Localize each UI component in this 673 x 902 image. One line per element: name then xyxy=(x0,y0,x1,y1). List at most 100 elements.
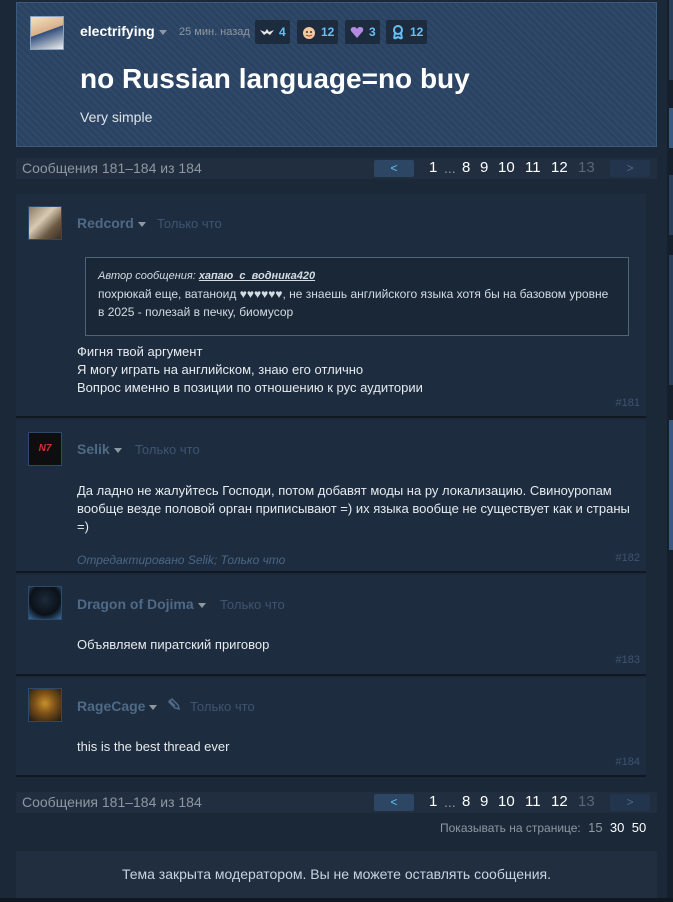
comment-author[interactable]: RageCage xyxy=(77,698,158,714)
next-page-button[interactable]: > xyxy=(610,160,650,177)
page-link[interactable]: 10 xyxy=(498,159,515,176)
right-sidebar-edge xyxy=(667,0,673,902)
comment: Redcord Только что Автор сообщения: хапа… xyxy=(16,194,646,418)
comment-timestamp: Только что xyxy=(135,442,200,457)
avatar[interactable] xyxy=(28,688,62,722)
comment-timestamp: Только что xyxy=(220,597,285,612)
comment-timestamp: Только что xyxy=(157,216,222,231)
quote-text: в 2025 - полезай в печку, биомусор xyxy=(98,305,294,319)
page-link[interactable]: 8 xyxy=(462,793,470,810)
page-ellipsis: ... xyxy=(444,160,456,176)
quote-label: Автор сообщения: xyxy=(98,270,196,282)
quote-author-link[interactable]: хапаю_с_водника420 xyxy=(199,270,315,282)
sidebar-block xyxy=(669,420,673,550)
award-badge[interactable]: 4 xyxy=(255,20,290,44)
pagination-info: Сообщения 181–184 из 184 xyxy=(22,160,202,176)
prev-page-button[interactable]: < xyxy=(374,160,414,177)
edited-note: Отредактировано Selik; Только что xyxy=(77,553,286,567)
page-link[interactable]: 11 xyxy=(525,159,541,176)
current-page: 13 xyxy=(578,159,595,176)
avatar[interactable]: N7 xyxy=(28,432,62,466)
per-page-option[interactable]: 50 xyxy=(632,820,646,835)
comment-author-name[interactable]: Redcord xyxy=(77,215,134,231)
comment-line: =) xyxy=(77,519,89,534)
comment-text: Фигня твой аргумент Я могу играть на анг… xyxy=(77,343,423,397)
chevron-down-icon[interactable] xyxy=(113,447,122,453)
page-ellipsis: ... xyxy=(444,794,456,810)
page-link[interactable]: 8 xyxy=(462,159,470,176)
next-page-button[interactable]: > xyxy=(610,794,650,811)
thread-closed-notice: Тема закрыта модератором. Вы не можете о… xyxy=(16,851,657,898)
badge-count: 4 xyxy=(279,25,286,39)
per-page-label: Показывать на странице: xyxy=(440,821,581,835)
quote-block: Автор сообщения: хапаю_с_водника420 похр… xyxy=(85,257,629,336)
comment-author[interactable]: Selik xyxy=(77,441,122,457)
avatar[interactable] xyxy=(28,206,62,240)
comment-author[interactable]: Dragon of Dojima xyxy=(77,596,206,612)
comment-author[interactable]: Redcord xyxy=(77,215,146,231)
footer-edge xyxy=(0,898,673,902)
comment-line: Фигня твой аргумент xyxy=(77,344,203,359)
quote-text: похрюкай еще, ватаноид ♥♥♥♥♥♥, не знаешь… xyxy=(98,287,609,301)
smiling-face-badge-icon xyxy=(303,27,315,39)
sidebar-block xyxy=(669,108,673,148)
comment-text: Объявляем пиратский приговор xyxy=(77,637,270,652)
quote-header: Автор сообщения: хапаю_с_водника420 xyxy=(98,267,616,285)
op-avatar[interactable] xyxy=(30,16,64,50)
op-author[interactable]: electrifying xyxy=(80,23,167,39)
chevron-down-icon[interactable] xyxy=(197,602,206,608)
comment-author-name[interactable]: Dragon of Dojima xyxy=(77,596,194,612)
pagination-info: Сообщения 181–184 из 184 xyxy=(22,794,202,810)
comment-line: Да ладно не жалуйтесь Господи, потом доб… xyxy=(77,483,612,498)
page-link[interactable]: 10 xyxy=(498,793,515,810)
per-page-selector: Показывать на странице: 15 30 50 xyxy=(440,820,646,835)
comment-timestamp: Только что xyxy=(190,699,255,714)
page-link[interactable]: 11 xyxy=(525,793,541,810)
comment-author-name[interactable]: Selik xyxy=(77,441,110,457)
page-link[interactable]: 9 xyxy=(480,793,488,810)
award-badge[interactable]: 12 xyxy=(386,20,428,44)
comment-line: Вопрос именно в позиции по отношению к р… xyxy=(77,380,423,395)
comment-text: Да ладно не жалуйтесь Господи, потом доб… xyxy=(77,482,630,536)
sidebar-block xyxy=(669,255,673,385)
comment-number[interactable]: #184 xyxy=(616,756,640,768)
page-link[interactable]: 12 xyxy=(551,159,568,176)
comment: N7 Selik Только что Да ладно не жалуйтес… xyxy=(16,420,646,573)
prev-page-button[interactable]: < xyxy=(374,794,414,811)
comment: RageCage Только что this is the best thr… xyxy=(16,678,646,777)
chevron-down-icon[interactable] xyxy=(137,221,146,227)
avatar[interactable] xyxy=(28,586,62,620)
sidebar-block xyxy=(669,0,673,80)
award-badge[interactable]: 12 xyxy=(297,20,339,44)
comment-line: вообще везде половой орган приписывают =… xyxy=(77,501,630,516)
page-link[interactable]: 1 xyxy=(429,793,437,810)
sidebar-block xyxy=(669,175,673,235)
chevron-down-icon[interactable] xyxy=(158,29,167,35)
ribbon-badge-icon xyxy=(392,25,404,40)
page-link[interactable]: 1 xyxy=(429,159,437,176)
comment-author-name[interactable]: RageCage xyxy=(77,698,145,714)
original-post: electrifying 25 мин. назад 4 12 3 12 no … xyxy=(16,2,657,147)
comment-number[interactable]: #183 xyxy=(616,654,640,666)
comment-line: Я могу играть на английском, знаю его от… xyxy=(77,362,364,377)
badge-count: 12 xyxy=(321,25,335,39)
heart-badge-icon xyxy=(350,27,364,38)
comment-number[interactable]: #182 xyxy=(616,552,640,564)
badge-count: 12 xyxy=(410,25,424,39)
comment-number[interactable]: #181 xyxy=(616,397,640,409)
winged-badge-icon xyxy=(260,29,274,35)
op-author-name[interactable]: electrifying xyxy=(80,23,155,39)
thread-title: no Russian language=no buy xyxy=(80,63,470,94)
op-timestamp: 25 мин. назад xyxy=(179,26,250,38)
comment: Dragon of Dojima Только что Объявляем пи… xyxy=(16,575,646,676)
chevron-down-icon[interactable] xyxy=(149,704,158,710)
per-page-option[interactable]: 15 xyxy=(588,820,602,835)
award-badge[interactable]: 3 xyxy=(345,20,380,44)
page-link[interactable]: 12 xyxy=(551,793,568,810)
pagination-top: Сообщения 181–184 из 184 < 1 ... 8 9 10 … xyxy=(16,158,657,179)
badge-count: 3 xyxy=(369,25,376,39)
per-page-option[interactable]: 30 xyxy=(610,820,624,835)
page-link[interactable]: 9 xyxy=(480,159,488,176)
game-controller-icon xyxy=(167,697,181,711)
comment-text: this is the best thread ever xyxy=(77,739,230,754)
